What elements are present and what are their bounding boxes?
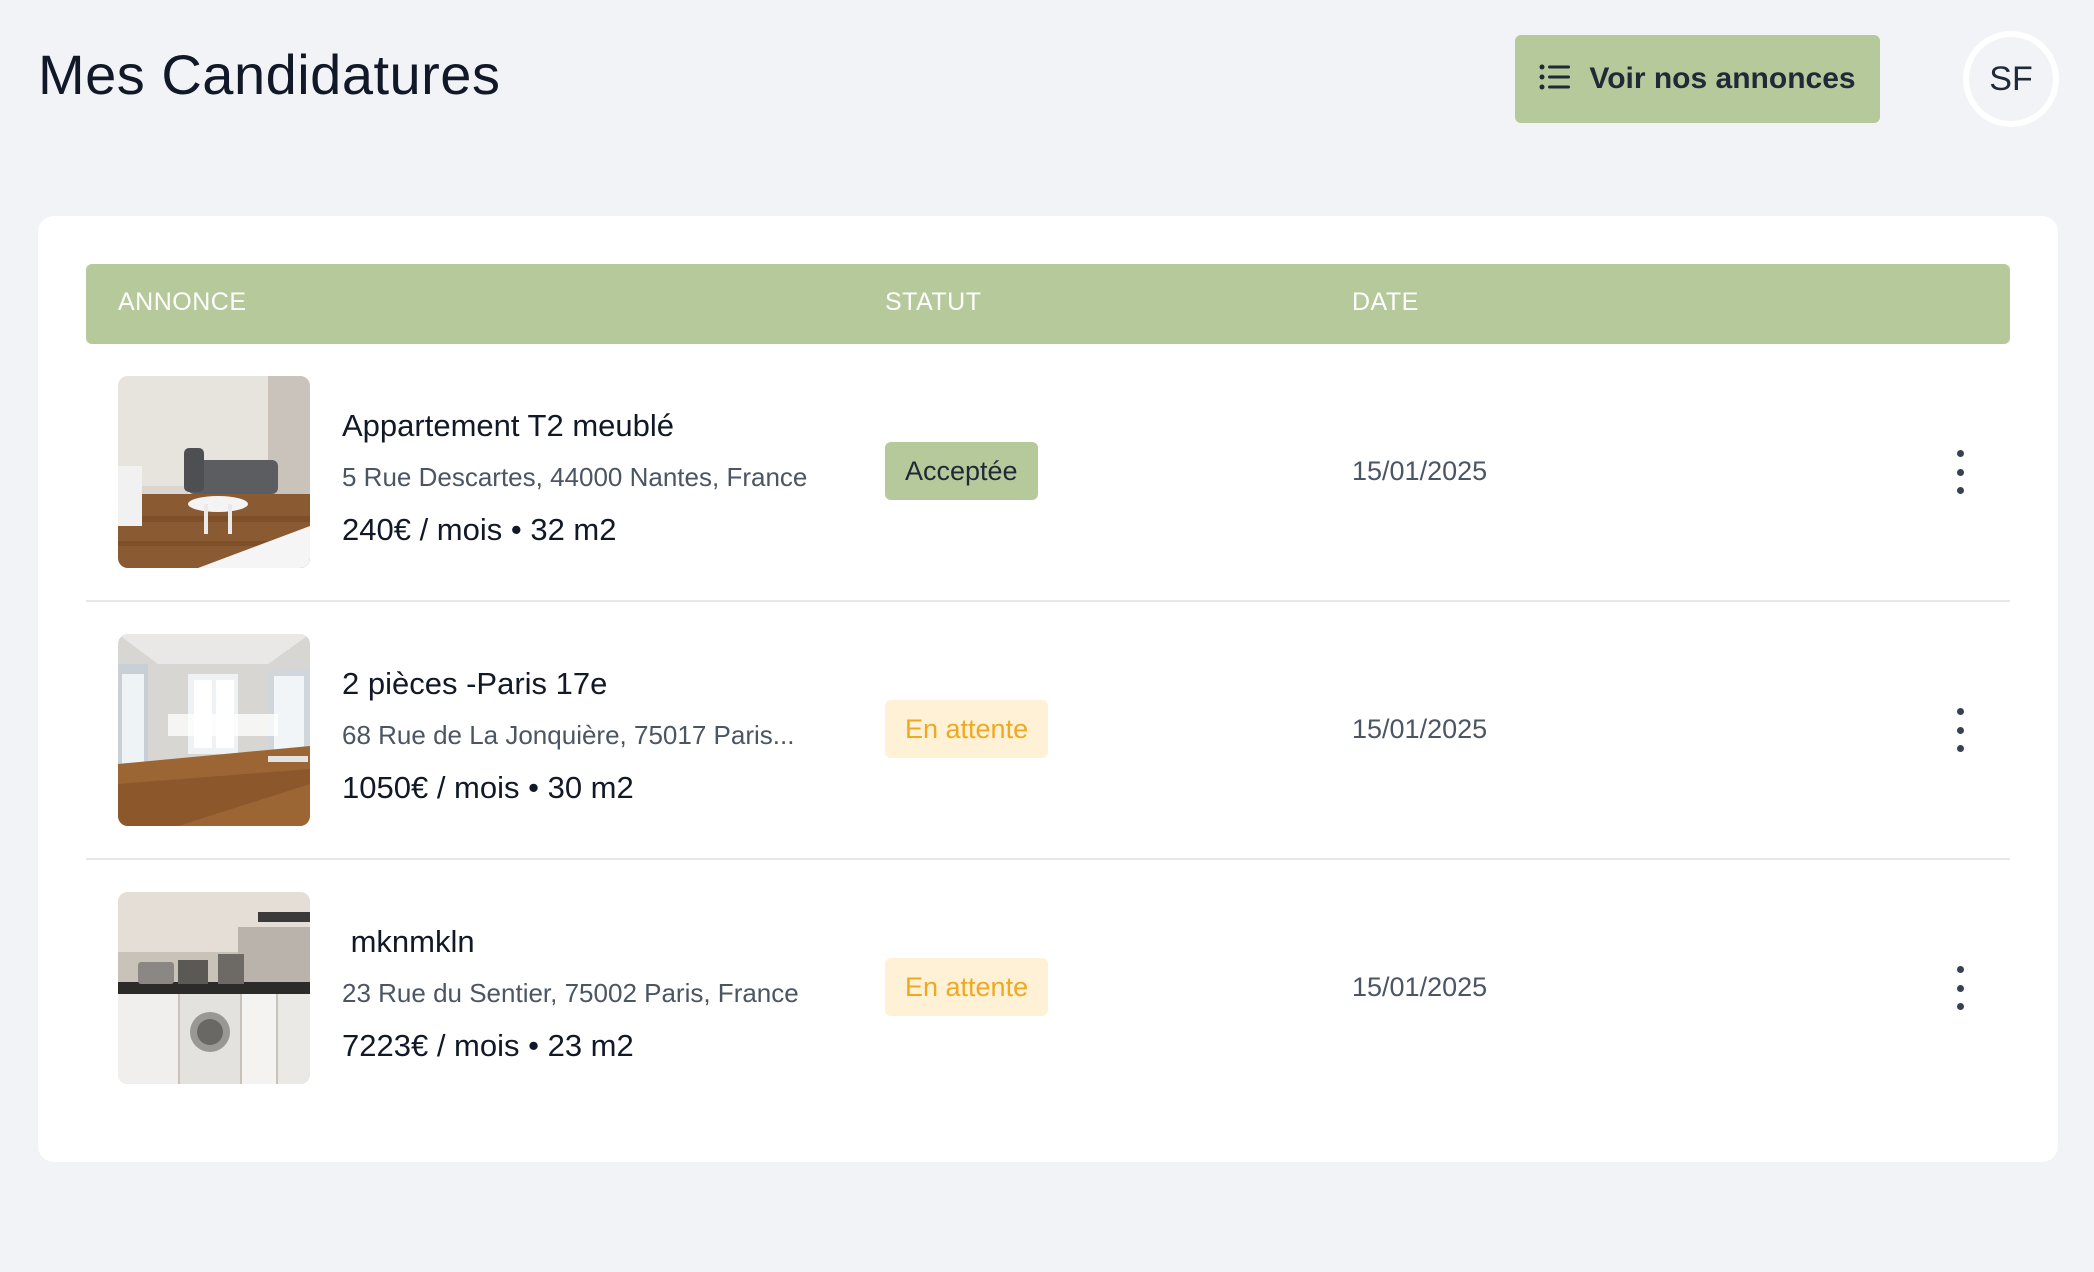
application-date: 15/01/2025 xyxy=(1352,972,1488,1002)
listing-price: 240€ / mois • 32 m2 xyxy=(342,512,617,547)
column-header-annonce: ANNONCE xyxy=(118,288,247,316)
column-header-statut: STATUT xyxy=(885,288,982,316)
listing-title[interactable]: Appartement T2 meublé xyxy=(342,408,674,444)
listing-address: 5 Rue Descartes, 44000 Nantes, France xyxy=(342,462,808,492)
listing-address: 68 Rue de La Jonquière, 75017 Paris... xyxy=(342,720,795,750)
list-icon xyxy=(1539,64,1571,95)
table-header: ANNONCE STATUT DATE xyxy=(86,264,2010,344)
listing-title[interactable]: 2 pièces -Paris 17e xyxy=(342,666,607,702)
table-row[interactable]: mknmkln 23 Rue du Sentier, 75002 Paris, … xyxy=(86,860,2010,1118)
listing-thumbnail[interactable] xyxy=(118,634,310,826)
view-listings-label: Voir nos annonces xyxy=(1589,62,1856,95)
view-listings-button[interactable]: Voir nos annonces xyxy=(1515,35,1880,123)
status-badge: En attente xyxy=(885,958,1049,1016)
more-options-icon[interactable] xyxy=(1948,450,1972,494)
column-header-date: DATE xyxy=(1352,288,1419,316)
listing-price: 1050€ / mois • 30 m2 xyxy=(342,770,634,805)
table-row[interactable]: Appartement T2 meublé 5 Rue Descartes, 4… xyxy=(86,344,2010,602)
page-title: Mes Candidatures xyxy=(38,43,501,106)
top-bar: Mes Candidatures Voir nos annonces SF xyxy=(0,0,2094,160)
listing-price: 7223€ / mois • 23 m2 xyxy=(342,1028,634,1063)
status-badge: Acceptée xyxy=(885,442,1038,500)
avatar[interactable]: SF xyxy=(1963,31,2059,127)
listing-thumbnail[interactable] xyxy=(118,892,310,1084)
listing-thumbnail[interactable] xyxy=(118,376,310,568)
listing-address: 23 Rue du Sentier, 75002 Paris, France xyxy=(342,978,799,1008)
application-date: 15/01/2025 xyxy=(1352,714,1488,744)
table-row[interactable]: 2 pièces -Paris 17e 68 Rue de La Jonquiè… xyxy=(86,602,2010,860)
application-date: 15/01/2025 xyxy=(1352,456,1488,486)
listing-title[interactable]: mknmkln xyxy=(342,924,475,960)
status-badge: En attente xyxy=(885,700,1049,758)
more-options-icon[interactable] xyxy=(1948,966,1972,1010)
applications-card: ANNONCE STATUT DATE Appartement T2 meubl… xyxy=(38,216,2058,1162)
more-options-icon[interactable] xyxy=(1948,708,1972,752)
